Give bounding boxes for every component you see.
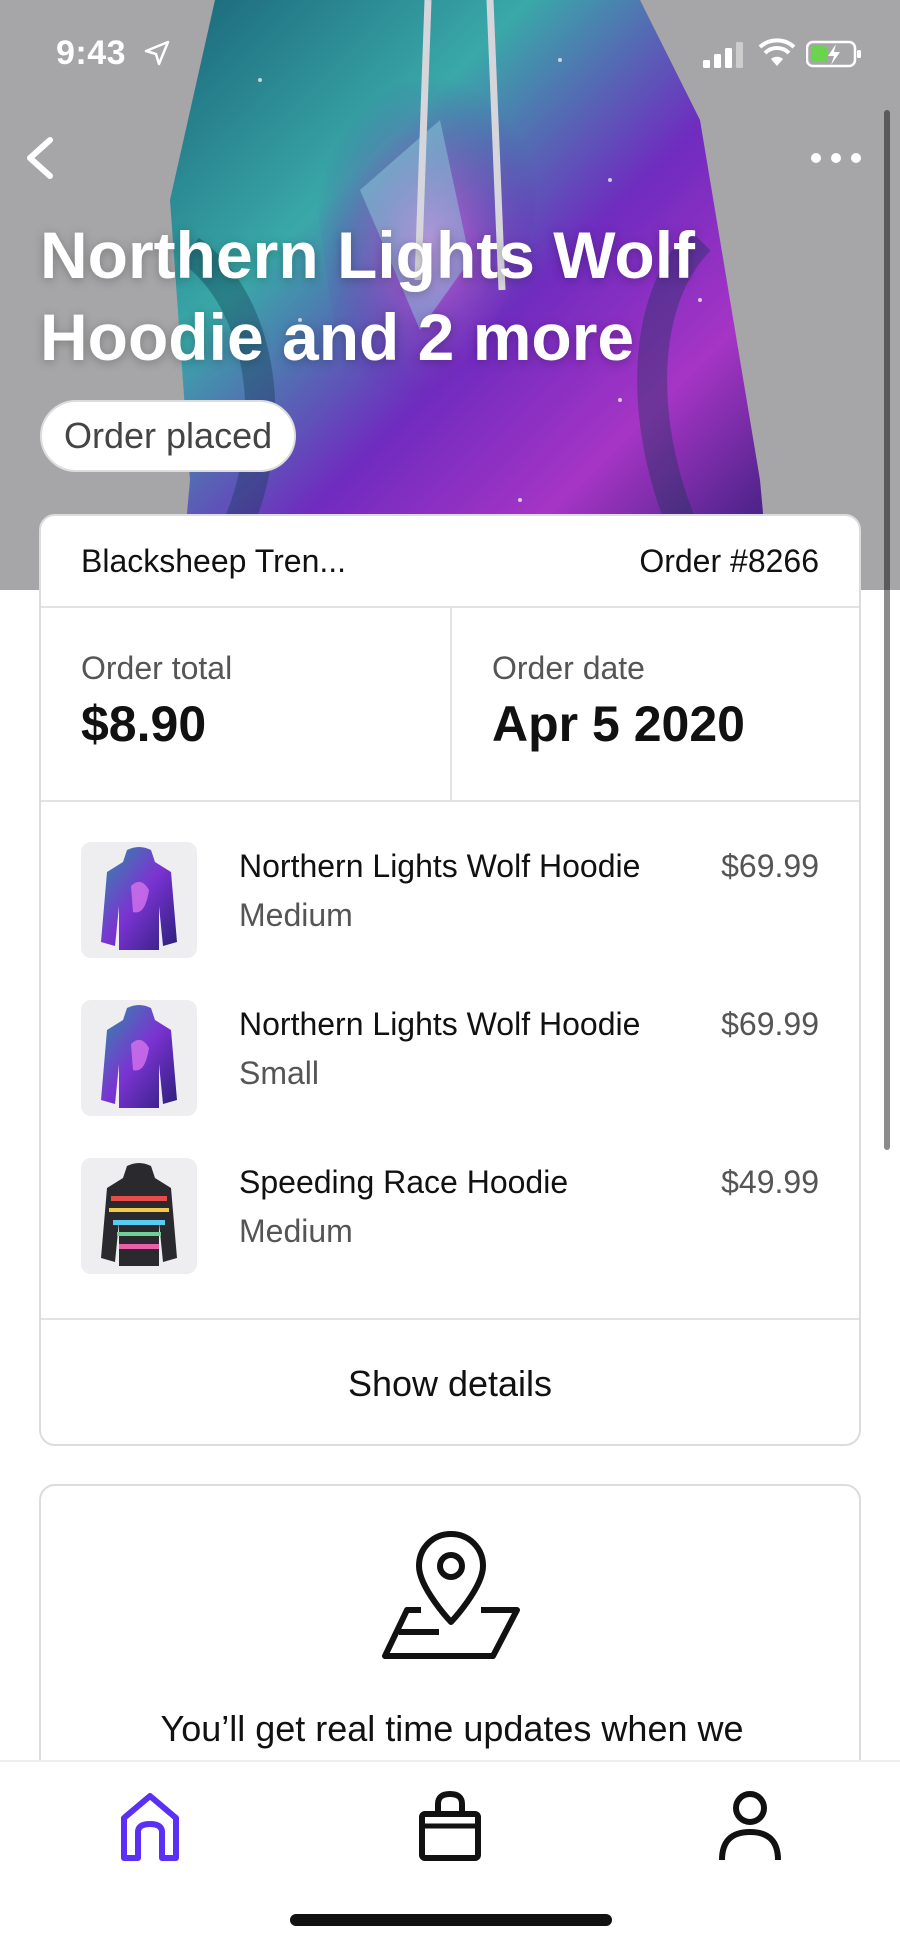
ellipsis-icon [811, 153, 861, 163]
aurora-hoodie-image [101, 847, 177, 950]
product-thumbnail [81, 1000, 197, 1116]
order-date-cell: Order date Apr 5 2020 [450, 608, 859, 800]
item-price: $69.99 [721, 848, 819, 884]
order-totals: Order total $8.90 Order date Apr 5 2020 [41, 608, 859, 802]
back-button[interactable] [18, 130, 62, 186]
order-items-list: Northern Lights Wolf Hoodie Medium $69.9… [41, 802, 859, 1320]
item-name: Northern Lights Wolf Hoodie [239, 1006, 641, 1042]
race-hoodie-image [101, 1163, 177, 1266]
store-name[interactable]: Blacksheep Tren... [81, 543, 346, 580]
order-date-label: Order date [492, 650, 645, 686]
order-status-badge: Order placed [40, 400, 297, 472]
tab-home[interactable] [110, 1786, 190, 1866]
tracking-message: You’ll get real time updates when we [160, 1708, 744, 1749]
battery-charging-icon [806, 40, 861, 68]
item-info: Northern Lights Wolf Hoodie Small [239, 1000, 721, 1158]
order-total-label: Order total [81, 650, 233, 686]
map-pin-icon [382, 1531, 520, 1659]
home-icon [121, 1793, 179, 1861]
item-size: Medium [239, 897, 353, 933]
item-info: Northern Lights Wolf Hoodie Medium [239, 842, 721, 1000]
shopping-bag-icon [419, 1790, 481, 1861]
bottom-tab-bar [0, 1760, 900, 1950]
aurora-hoodie-image [101, 1005, 177, 1108]
person-icon [719, 1791, 781, 1861]
hero-banner: 9:43 Northern Lights Wolf Hoodie and 2 m… [0, 0, 900, 590]
product-thumbnail [81, 842, 197, 958]
order-date-value: Apr 5 2020 [492, 696, 745, 752]
tracking-info-card: You’ll get real time updates when we [39, 1484, 861, 1784]
list-item[interactable]: Northern Lights Wolf Hoodie Medium $69.9… [81, 842, 819, 1000]
cellular-signal-icon [703, 42, 743, 68]
list-item[interactable]: Northern Lights Wolf Hoodie Small $69.99 [81, 1000, 819, 1158]
tab-profile[interactable] [710, 1786, 790, 1866]
item-price: $49.99 [721, 1164, 819, 1200]
order-number: Order #8266 [639, 542, 819, 579]
status-time: 9:43 [56, 34, 127, 72]
item-price: $69.99 [721, 1006, 819, 1042]
more-options-button[interactable] [808, 140, 864, 180]
status-bar: 9:43 [0, 0, 900, 110]
scrollbar[interactable] [884, 110, 890, 1150]
item-name: Speeding Race Hoodie [239, 1164, 569, 1200]
chevron-left-icon [27, 137, 53, 179]
product-thumbnail [81, 1158, 197, 1274]
home-indicator [290, 1914, 612, 1926]
list-item[interactable]: Speeding Race Hoodie Medium $49.99 [81, 1158, 819, 1316]
order-total-cell: Order total $8.90 [41, 608, 450, 800]
tab-orders[interactable] [410, 1786, 490, 1866]
item-info: Speeding Race Hoodie Medium [239, 1158, 721, 1316]
item-size: Small [239, 1055, 320, 1091]
order-total-value: $8.90 [81, 696, 207, 752]
location-arrow-icon [144, 40, 170, 66]
show-details-button[interactable]: Show details [41, 1320, 859, 1448]
item-name: Northern Lights Wolf Hoodie [239, 848, 641, 884]
order-summary-card: Blacksheep Tren... Order #8266 Order tot… [39, 514, 861, 1446]
order-card-header: Blacksheep Tren... Order #8266 [41, 516, 859, 608]
page-title: Northern Lights Wolf Hoodie and 2 more [40, 218, 696, 374]
item-size: Medium [239, 1213, 353, 1249]
wifi-icon [758, 38, 796, 66]
